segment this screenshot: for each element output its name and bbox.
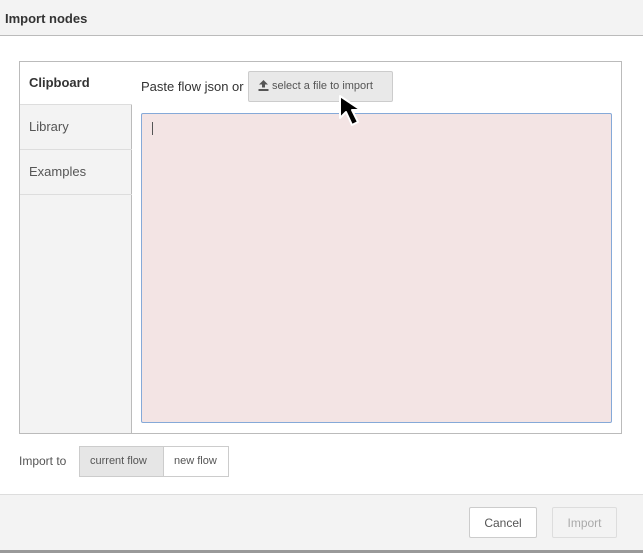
- cancel-button[interactable]: Cancel: [469, 507, 537, 538]
- mouse-pointer-icon: [339, 95, 362, 126]
- import-to-toggle: current flow new flow: [79, 446, 229, 477]
- dialog-title: Import nodes: [5, 11, 88, 26]
- flow-json-editor[interactable]: [141, 113, 612, 423]
- current-flow-option[interactable]: current flow: [79, 446, 163, 477]
- tab-examples[interactable]: Examples: [20, 150, 132, 195]
- import-source-tabs: Clipboard Library Examples: [20, 62, 132, 433]
- upload-icon: [258, 80, 269, 91]
- import-nodes-dialog: Import nodes Clipboard Library Examples …: [0, 0, 643, 553]
- tab-clipboard[interactable]: Clipboard: [20, 62, 132, 105]
- import-to-label: Import to: [19, 454, 67, 468]
- dialog-footer: Cancel Import: [0, 494, 643, 553]
- paste-flow-label: Paste flow json or: [141, 79, 244, 94]
- tab-library[interactable]: Library: [20, 105, 132, 150]
- select-file-button-label: select a file to import: [272, 80, 373, 92]
- dialog-titlebar: Import nodes: [0, 0, 643, 36]
- import-button[interactable]: Import: [552, 507, 617, 538]
- import-panel: Clipboard Library Examples Paste flow js…: [19, 61, 622, 434]
- new-flow-option[interactable]: new flow: [163, 446, 229, 477]
- text-caret: [152, 122, 153, 135]
